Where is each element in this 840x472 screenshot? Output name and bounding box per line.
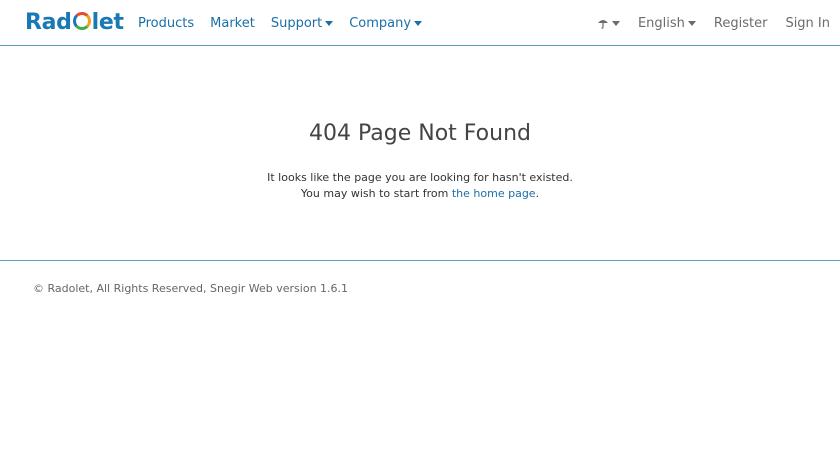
nav-company-dropdown[interactable]: Company bbox=[349, 15, 423, 31]
language-label: English bbox=[637, 15, 685, 31]
page-title: 404 Page Not Found bbox=[309, 121, 531, 146]
top-navbar: Rad let Products Market Support Company E… bbox=[0, 0, 840, 46]
nav-company-label: Company bbox=[349, 15, 412, 31]
error-message-line-1: It looks like the page you are looking f… bbox=[267, 171, 573, 184]
main-nav: Products Market Support Company bbox=[138, 0, 438, 46]
nav-products-link[interactable]: Products bbox=[138, 16, 194, 31]
brand-name-end: let bbox=[91, 10, 124, 35]
logo-ring-icon bbox=[72, 12, 91, 30]
caret-down-icon bbox=[687, 20, 696, 26]
user-nav: English Register Sign In bbox=[597, 0, 830, 46]
caret-down-icon bbox=[611, 20, 620, 26]
copyright-text: © Radolet, All Rights Reserved, Snegir W… bbox=[33, 282, 349, 295]
sign-in-link[interactable]: Sign In bbox=[785, 16, 830, 31]
home-page-link[interactable]: the home page bbox=[452, 187, 536, 200]
nav-market-label: Market bbox=[210, 15, 255, 31]
caret-down-icon bbox=[414, 20, 423, 26]
brand-logo[interactable]: Rad let bbox=[25, 9, 124, 37]
umbrella-icon bbox=[597, 20, 608, 29]
nav-support-dropdown[interactable]: Support bbox=[270, 15, 334, 31]
message-suffix: . bbox=[535, 187, 540, 200]
caret-down-icon bbox=[325, 20, 334, 26]
theme-dropdown[interactable] bbox=[597, 17, 620, 29]
register-link[interactable]: Register bbox=[714, 16, 768, 31]
page-footer: © Radolet, All Rights Reserved, Snegir W… bbox=[33, 282, 348, 296]
language-dropdown[interactable]: English bbox=[638, 16, 696, 31]
brand-name-start: Rad bbox=[25, 10, 72, 35]
sign-in-label: Sign In bbox=[785, 15, 830, 31]
message-prefix: You may wish to start from bbox=[300, 187, 452, 200]
nav-support-label: Support bbox=[270, 15, 323, 31]
nav-products-label: Products bbox=[138, 15, 195, 31]
error-message-line-2: You may wish to start from the home page… bbox=[0, 186, 840, 202]
nav-market-link[interactable]: Market bbox=[210, 16, 255, 31]
register-label: Register bbox=[713, 15, 768, 31]
main-content: 404 Page Not Found It looks like the pag… bbox=[0, 46, 840, 261]
